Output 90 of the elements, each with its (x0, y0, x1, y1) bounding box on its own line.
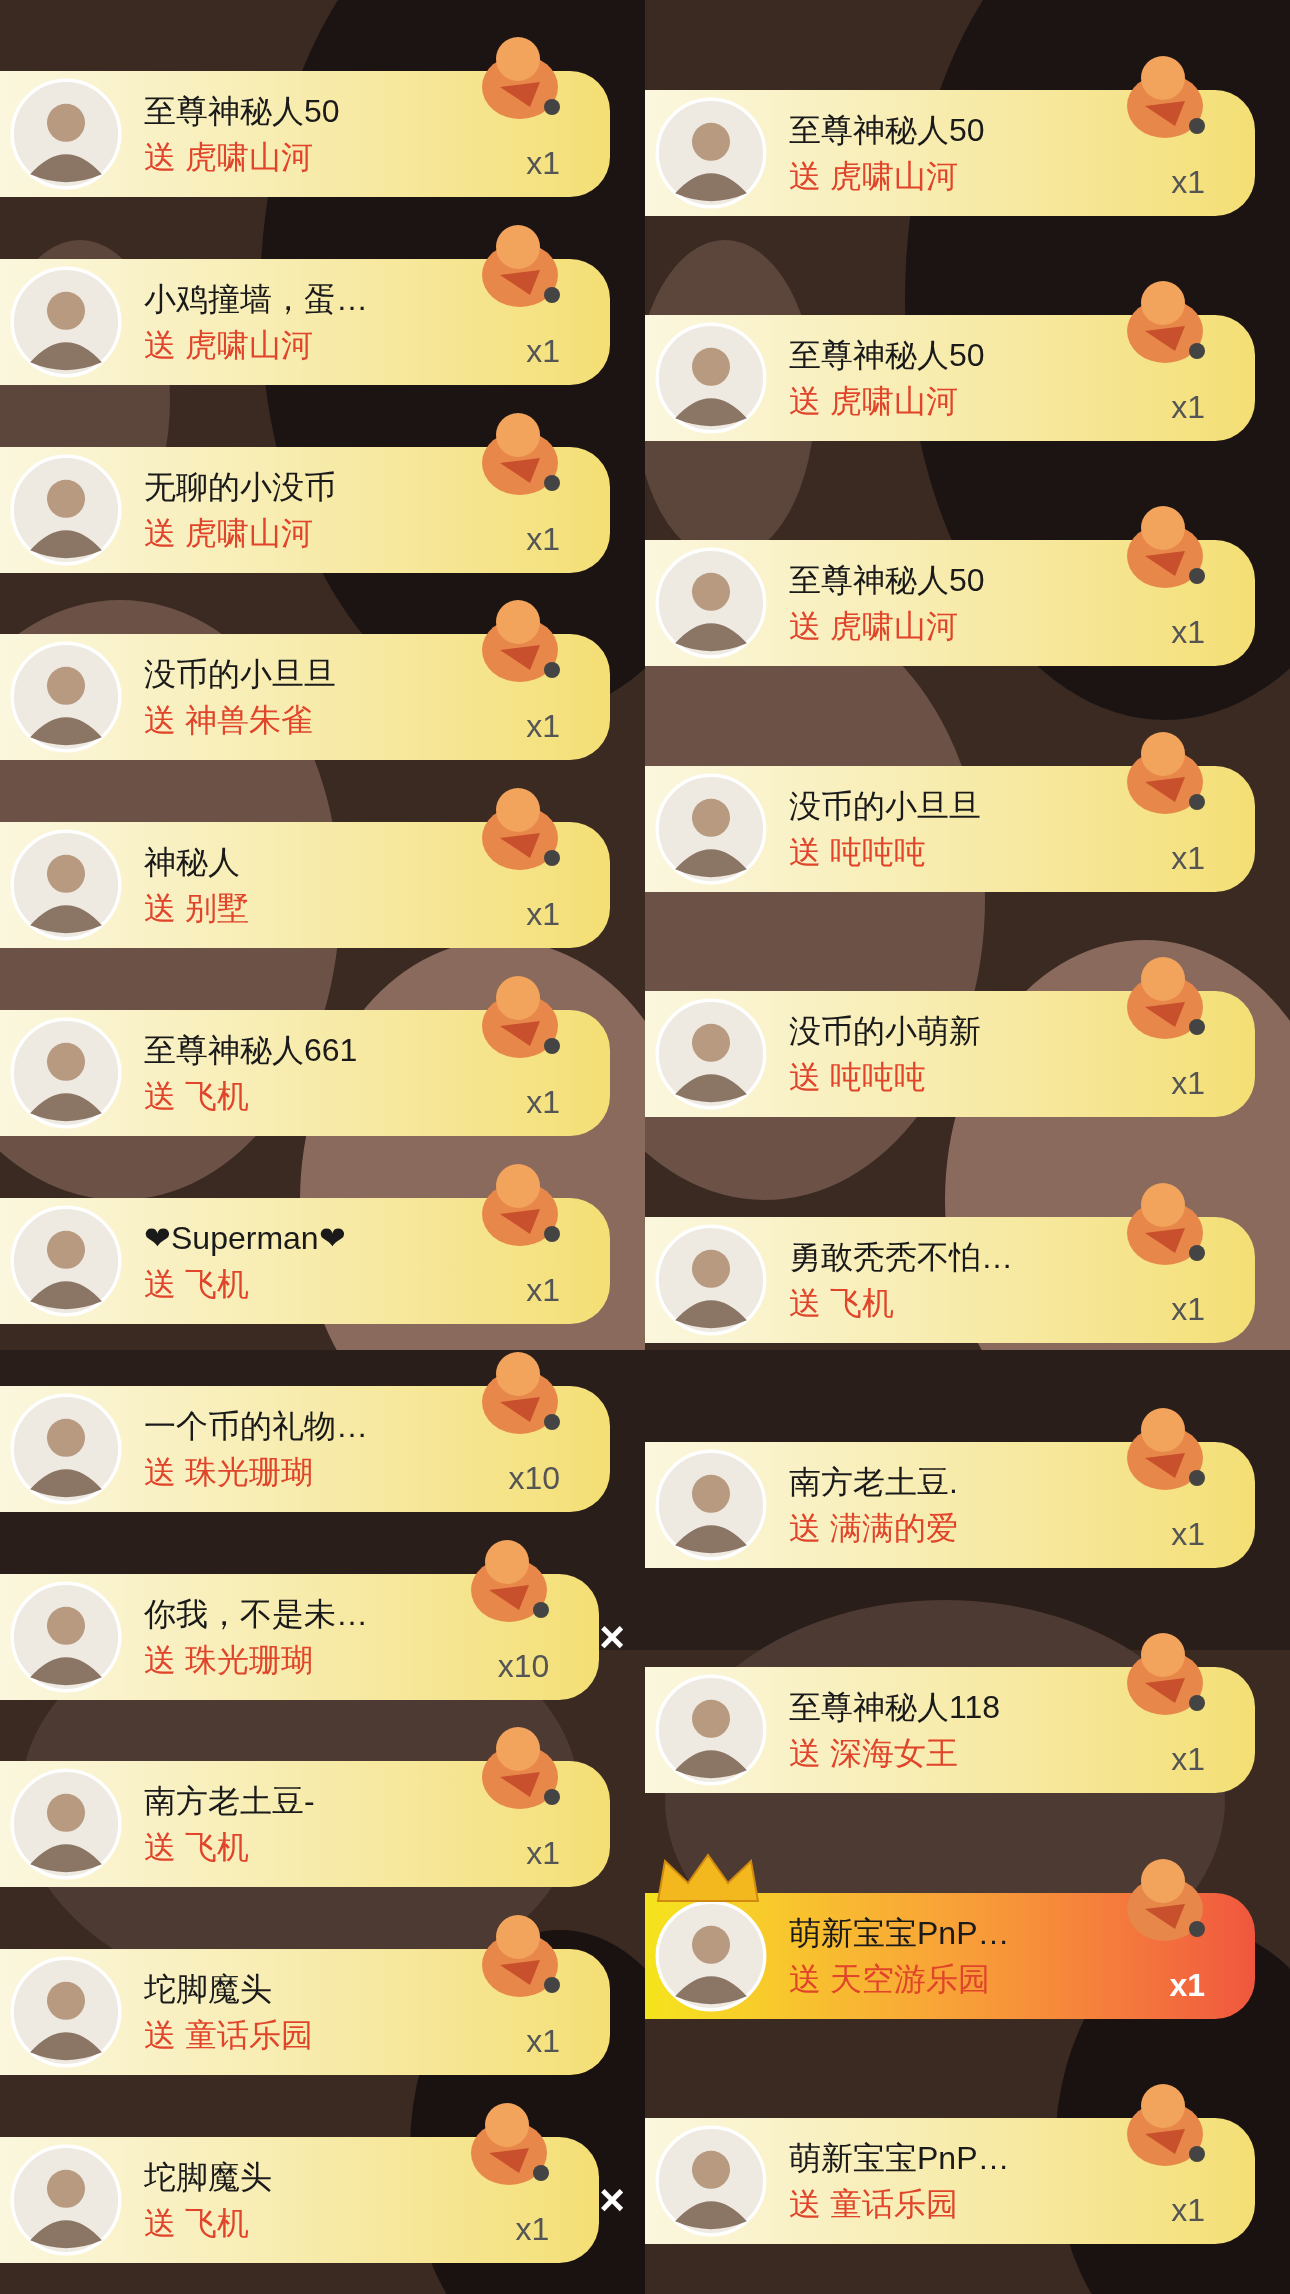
user-name: 神秘人 (144, 843, 241, 883)
close-button[interactable]: × (599, 1614, 625, 1659)
user-name: 南方老土豆. (789, 1463, 958, 1503)
gift-count: x1 (526, 143, 560, 183)
user-name: 南方老土豆- (144, 1782, 315, 1822)
avatar-icon (655, 998, 767, 1111)
avatar-icon (10, 1017, 122, 1130)
avatar-icon (655, 1449, 767, 1562)
gift-count: x1 (526, 707, 560, 747)
gift-name: 送 童话乐园 (789, 2185, 959, 2225)
gift-count: x1 (526, 1834, 560, 1874)
user-name: 至尊神秘人118 (789, 1688, 1000, 1728)
gift-count: x1 (1171, 2191, 1205, 2231)
gift-count: x10 (508, 1458, 560, 1498)
gift-count: x1 (526, 519, 560, 559)
gift-name: 送 吨吨吨 (789, 832, 927, 872)
user-name: 至尊神秘人50 (144, 91, 340, 131)
gift-name: 送 深海女王 (789, 1734, 959, 1774)
gift-name: 送 满满的爱 (789, 1509, 958, 1549)
avatar-icon (655, 1674, 767, 1787)
avatar-icon (655, 772, 767, 885)
close-button[interactable]: × (599, 2178, 625, 2222)
gift-name: 送 珠光珊瑚 (144, 1640, 314, 1680)
gift-count: x1 (1171, 838, 1205, 878)
gift-count: x1 (1171, 1515, 1205, 1555)
avatar-icon (10, 1392, 122, 1505)
gift-count: x1 (526, 895, 560, 935)
gift-name: 送 别墅 (144, 889, 249, 929)
avatar-icon (10, 265, 122, 378)
gift-name: 送 虎啸山河 (144, 513, 314, 553)
user-name: 没币的小旦旦 (789, 786, 981, 826)
user-name: 没币的小旦旦 (144, 655, 336, 695)
gift-name: 送 珠光珊瑚 (144, 1452, 314, 1492)
user-name: 至尊神秘人661 (144, 1031, 358, 1071)
gift-count: x1 (1171, 1064, 1205, 1104)
avatar-icon (655, 1223, 767, 1336)
gift-name: 送 虎啸山河 (144, 137, 314, 177)
user-name: 坨脚魔头 (144, 1970, 273, 2010)
gift-count: x1 (526, 331, 560, 371)
avatar-icon (10, 77, 122, 190)
gift-name: 送 虎啸山河 (789, 382, 959, 422)
avatar-icon (10, 1956, 122, 2069)
gift-name: 送 飞机 (789, 1283, 895, 1323)
gift-name: 送 神兽朱雀 (144, 701, 314, 741)
user-name: ❤Superman❤ (144, 1218, 346, 1258)
user-name: 勇敢秃秃不怕… (789, 1237, 1013, 1277)
gift-name: 送 童话乐园 (144, 2016, 313, 2056)
avatar-icon (655, 2125, 767, 2238)
avatar-icon (10, 1768, 122, 1881)
avatar-icon (10, 2144, 122, 2256)
user-name: 萌新宝宝PnP… (789, 2139, 1010, 2179)
user-name: 坨脚魔头 (144, 2158, 272, 2197)
user-name: 至尊神秘人50 (789, 336, 985, 376)
avatar-icon (655, 1899, 767, 2012)
user-name: 没币的小萌新 (789, 1012, 981, 1052)
gift-count: x1 (526, 1083, 560, 1123)
avatar-icon (10, 641, 122, 754)
gift-name: 送 飞机 (144, 1077, 250, 1117)
gift-count: x1 (1171, 1740, 1205, 1780)
user-name: 至尊神秘人50 (789, 110, 985, 150)
avatar-icon (655, 96, 767, 209)
gift-count: x1 (1171, 1289, 1205, 1329)
gift-count: x1 (1171, 388, 1205, 428)
gift-name: 送 虎啸山河 (789, 607, 959, 647)
gift-count: x1 (1169, 1965, 1205, 2005)
user-name: 无聊的小没币 (144, 467, 336, 507)
gift-name: 送 虎啸山河 (144, 325, 314, 365)
avatar-icon (10, 1580, 122, 1693)
gift-name: 送 飞机 (144, 1264, 250, 1304)
user-name: 你我，不是未… (144, 1594, 368, 1634)
avatar-icon (10, 829, 122, 942)
gift-count: x1 (515, 2210, 550, 2249)
gift-count: x1 (526, 2022, 560, 2062)
gift-count: x1 (526, 1270, 560, 1310)
user-name: 至尊神秘人50 (789, 561, 985, 601)
user-name: 萌新宝宝PnP… (789, 1913, 1010, 1953)
avatar-icon (10, 1204, 122, 1317)
gift-count: x1 (1171, 613, 1205, 653)
gift-name: 送 天空游乐园 (789, 1959, 991, 1999)
user-name: 一个币的礼物… (144, 1406, 368, 1446)
avatar-icon (10, 453, 122, 566)
gift-count: x1 (1171, 162, 1205, 202)
avatar-icon (655, 322, 767, 435)
gift-count: x10 (497, 1646, 550, 1686)
gift-name: 送 飞机 (144, 2204, 250, 2243)
gift-name: 送 虎啸山河 (789, 156, 959, 196)
gift-name: 送 飞机 (144, 1828, 250, 1868)
gift-name: 送 吨吨吨 (789, 1058, 927, 1098)
user-name: 小鸡撞墙，蛋… (144, 279, 368, 319)
avatar-icon (655, 547, 767, 660)
